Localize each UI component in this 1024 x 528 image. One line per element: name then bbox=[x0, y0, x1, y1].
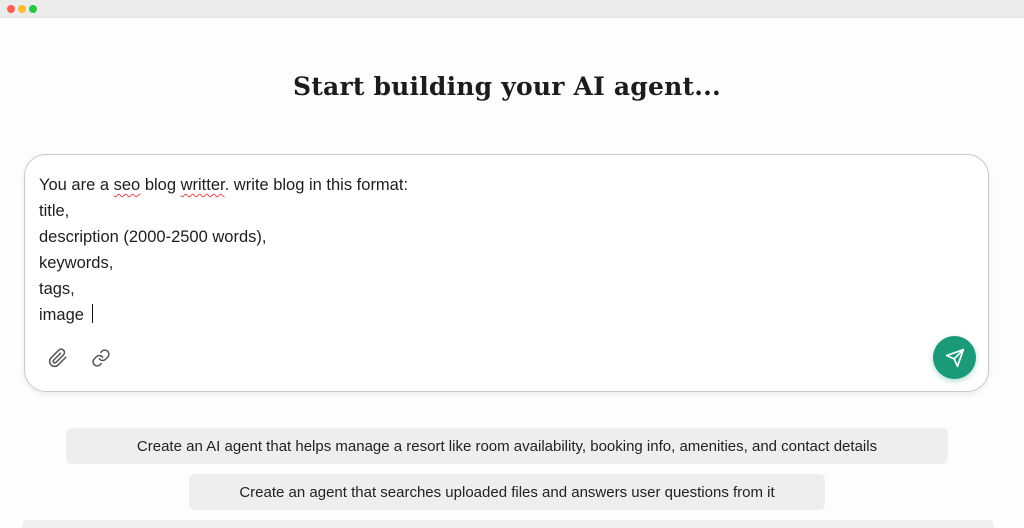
prompt-line: image bbox=[39, 302, 959, 328]
add-link-button[interactable] bbox=[88, 345, 114, 371]
prompt-composer: You are a seo blog writter. write blog i… bbox=[24, 154, 989, 392]
prompt-line: tags, bbox=[39, 280, 75, 298]
send-button[interactable] bbox=[933, 336, 976, 379]
prompt-line: title, bbox=[39, 202, 70, 220]
paperclip-icon bbox=[48, 348, 67, 368]
suggestion-chip-file-search-agent[interactable]: Create an agent that searches uploaded f… bbox=[189, 474, 825, 510]
page-title: Start building your AI agent... bbox=[293, 72, 721, 101]
window-titlebar bbox=[0, 0, 1024, 18]
misspelled-word: seo bbox=[113, 176, 141, 194]
prompt-textarea[interactable]: You are a seo blog writter. write blog i… bbox=[39, 172, 959, 328]
close-window-button[interactable] bbox=[7, 5, 15, 13]
maximize-window-button[interactable] bbox=[29, 5, 37, 13]
prompt-text: You are a bbox=[39, 176, 114, 194]
misspelled-word: writter bbox=[180, 176, 225, 194]
prompt-text: . write blog in this format: bbox=[224, 176, 409, 194]
prompt-text: blog bbox=[140, 176, 181, 194]
suggestion-chip-partial[interactable] bbox=[22, 520, 994, 528]
minimize-window-button[interactable] bbox=[18, 5, 26, 13]
send-icon bbox=[945, 348, 964, 367]
link-icon bbox=[92, 349, 110, 367]
prompt-line: You are a seo blog writter. write blog i… bbox=[39, 172, 959, 198]
suggestion-chip-resort-agent[interactable]: Create an AI agent that helps manage a r… bbox=[66, 428, 948, 464]
text-caret bbox=[91, 304, 93, 323]
prompt-line: keywords, bbox=[39, 254, 114, 272]
prompt-line: description (2000-2500 words), bbox=[39, 228, 267, 246]
attach-file-button[interactable] bbox=[45, 345, 71, 371]
prompt-text: image bbox=[39, 306, 89, 324]
